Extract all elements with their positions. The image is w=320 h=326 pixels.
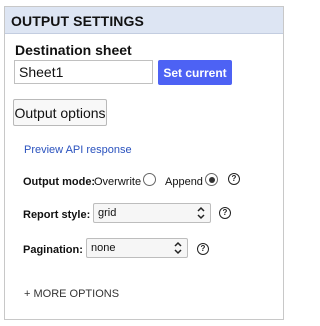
output-mode-help-icon[interactable]: ? — [228, 173, 240, 185]
pagination-selected-value: none — [91, 242, 116, 254]
report-style-help-icon[interactable]: ? — [219, 207, 231, 219]
output-options-button[interactable]: Output options — [13, 99, 107, 126]
pagination-help-icon[interactable]: ? — [197, 243, 209, 255]
more-options-toggle[interactable]: + MORE OPTIONS — [24, 288, 119, 300]
report-style-selected-value: grid — [98, 207, 117, 219]
select-updown-icon — [197, 206, 205, 220]
destination-sheet-input[interactable] — [14, 60, 153, 84]
append-option-label[interactable]: Append — [165, 176, 203, 188]
panel-title: OUTPUT SETTINGS — [11, 13, 144, 29]
pagination-select[interactable]: none — [86, 238, 188, 258]
output-mode-label: Output mode: — [23, 176, 96, 188]
pagination-label: Pagination: — [23, 244, 83, 256]
destination-sheet-label: Destination sheet — [15, 42, 132, 58]
append-radio[interactable] — [205, 173, 218, 186]
output-settings-panel: OUTPUT SETTINGS Destination sheet Set cu… — [4, 6, 284, 320]
set-current-button[interactable]: Set current — [158, 60, 232, 85]
overwrite-option-label[interactable]: Overwrite — [94, 176, 141, 188]
overwrite-radio[interactable] — [143, 173, 156, 186]
preview-api-response-link[interactable]: Preview API response — [24, 144, 132, 156]
report-style-label: Report style: — [23, 209, 91, 221]
select-updown-icon — [174, 241, 182, 255]
report-style-select[interactable]: grid — [93, 203, 211, 223]
panel-header: OUTPUT SETTINGS — [5, 7, 283, 34]
